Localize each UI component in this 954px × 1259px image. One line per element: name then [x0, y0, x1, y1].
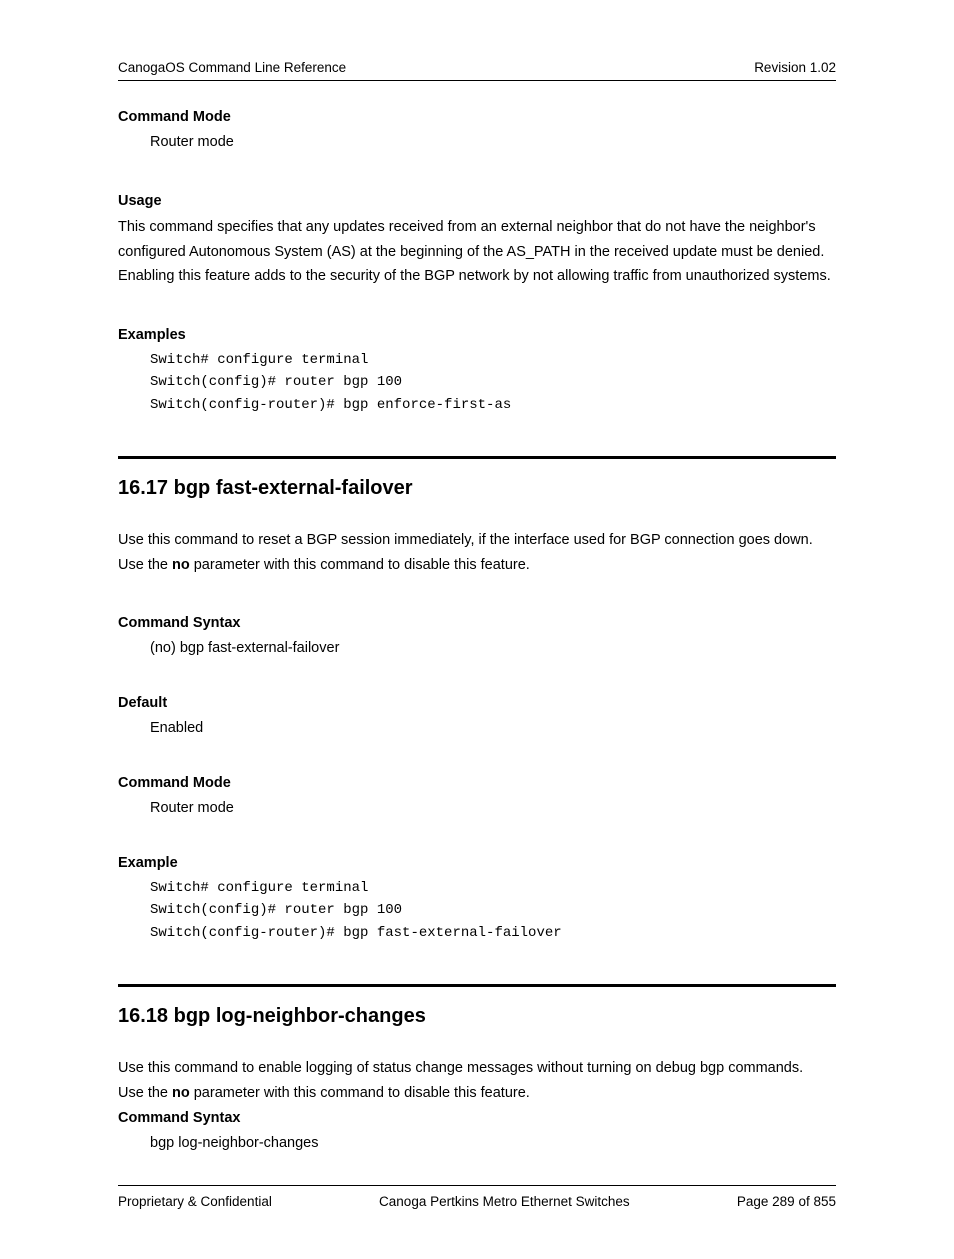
- command-mode-value-2: Router mode: [118, 797, 836, 821]
- usage-heading: Usage: [118, 193, 836, 209]
- document-page: CanogaOS Command Line Reference Revision…: [0, 0, 954, 1259]
- sec2-intro-2c: parameter with this command to disable t…: [190, 557, 530, 573]
- no-keyword: no: [172, 557, 190, 573]
- sec3-intro-2c: parameter with this command to disable t…: [190, 1085, 530, 1101]
- command-mode-heading-2: Command Mode: [118, 775, 836, 791]
- command-syntax-heading-2: Command Syntax: [118, 1110, 836, 1126]
- default-heading: Default: [118, 695, 836, 711]
- section-divider-2: [118, 984, 836, 987]
- command-mode-value: Router mode: [118, 131, 836, 155]
- usage-paragraph-2: Enabling this feature adds to the securi…: [118, 264, 836, 289]
- sec2-intro-2: Use the no parameter with this command t…: [118, 553, 836, 578]
- examples-heading: Examples: [118, 327, 836, 343]
- sec3-intro-2a: Use the: [118, 1085, 172, 1101]
- command-syntax-value: (no) bgp fast-external-failover: [118, 637, 836, 661]
- command-mode-heading: Command Mode: [118, 109, 836, 125]
- sec2-intro-2a: Use the: [118, 557, 172, 573]
- header-left: CanogaOS Command Line Reference: [118, 60, 346, 75]
- header-right: Revision 1.02: [754, 60, 836, 75]
- sec2-intro-1: Use this command to reset a BGP session …: [118, 528, 836, 553]
- command-syntax-value-2: bgp log-neighbor-changes: [118, 1132, 836, 1156]
- sec3-intro-1: Use this command to enable logging of st…: [118, 1056, 836, 1081]
- footer-left: Proprietary & Confidential: [118, 1194, 272, 1209]
- usage-paragraph-1: This command specifies that any updates …: [118, 215, 836, 264]
- section-title-1618: 16.18 bgp log-neighbor-changes: [118, 1005, 836, 1028]
- page-header: CanogaOS Command Line Reference Revision…: [118, 60, 836, 81]
- page-footer: Proprietary & Confidential Canoga Pertki…: [118, 1185, 836, 1209]
- default-value: Enabled: [118, 717, 836, 741]
- footer-center: Canoga Pertkins Metro Ethernet Switches: [379, 1194, 630, 1209]
- examples-code: Switch# configure terminal Switch(config…: [118, 349, 836, 416]
- command-syntax-heading: Command Syntax: [118, 615, 836, 631]
- example-heading: Example: [118, 855, 836, 871]
- footer-right: Page 289 of 855: [737, 1194, 836, 1209]
- section-title-1617: 16.17 bgp fast-external-failover: [118, 477, 836, 500]
- sec3-intro-2: Use the no parameter with this command t…: [118, 1081, 836, 1106]
- example-code: Switch# configure terminal Switch(config…: [118, 877, 836, 944]
- section-divider: [118, 456, 836, 459]
- no-keyword-2: no: [172, 1085, 190, 1101]
